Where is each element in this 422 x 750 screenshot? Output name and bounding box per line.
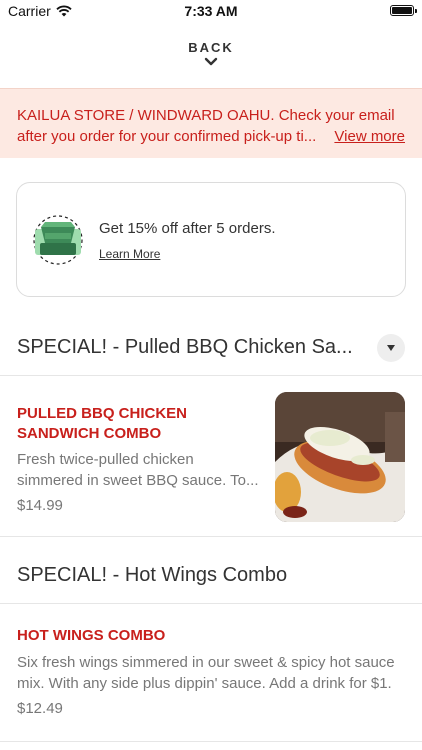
- caret-down-icon: [387, 344, 395, 351]
- item-description: Fresh twice-pulled chicken simmered in s…: [17, 451, 259, 489]
- section-title: SPECIAL! - Pulled BBQ Chicken Sa...: [17, 336, 353, 358]
- item-name: PULLED BBQ CHICKEN SANDWICH COMBO: [17, 405, 188, 442]
- battery-icon: [390, 5, 417, 16]
- store-info-banner: KAILUA STORE / WINDWARD OAHU. Check your…: [0, 88, 422, 158]
- item-name: HOT WINGS COMBO: [17, 627, 166, 644]
- reward-description: Get 15% off after 5 orders.: [99, 220, 276, 237]
- status-bar: Carrier 7:33 AM: [0, 0, 422, 22]
- item-price: $14.99: [17, 497, 63, 514]
- chevron-down-icon: [204, 57, 218, 66]
- learn-more-link[interactable]: Learn More: [99, 247, 160, 261]
- banner-line-2: after you order for your confirmed pick-…: [17, 128, 317, 145]
- item-photo: [275, 392, 405, 522]
- section-header-bbq-chicken: SPECIAL! - Pulled BBQ Chicken Sa...: [0, 320, 422, 376]
- loyalty-reward-card: Get 15% off after 5 orders. Learn More: [16, 182, 406, 297]
- clock: 7:33 AM: [184, 3, 238, 19]
- takeout-box-icon: [33, 215, 83, 265]
- menu-item-hot-wings-combo[interactable]: HOT WINGS COMBO Six fresh wings simmered…: [0, 604, 422, 742]
- banner-line-1: KAILUA STORE / WINDWARD OAHU. Check your…: [17, 107, 395, 124]
- item-price: $12.49: [17, 700, 63, 717]
- section-header-hot-wings: SPECIAL! - Hot Wings Combo: [0, 548, 422, 604]
- view-more-link[interactable]: View more: [334, 126, 405, 147]
- item-description: Six fresh wings simmered in our sweet & …: [17, 654, 395, 692]
- back-button[interactable]: BACK: [0, 40, 422, 78]
- category-dropdown-button[interactable]: [377, 333, 405, 362]
- menu-item-bbq-chicken-combo[interactable]: PULLED BBQ CHICKEN SANDWICH COMBO Fresh …: [0, 376, 422, 537]
- section-title: SPECIAL! - Hot Wings Combo: [17, 564, 288, 586]
- back-label: BACK: [188, 40, 234, 55]
